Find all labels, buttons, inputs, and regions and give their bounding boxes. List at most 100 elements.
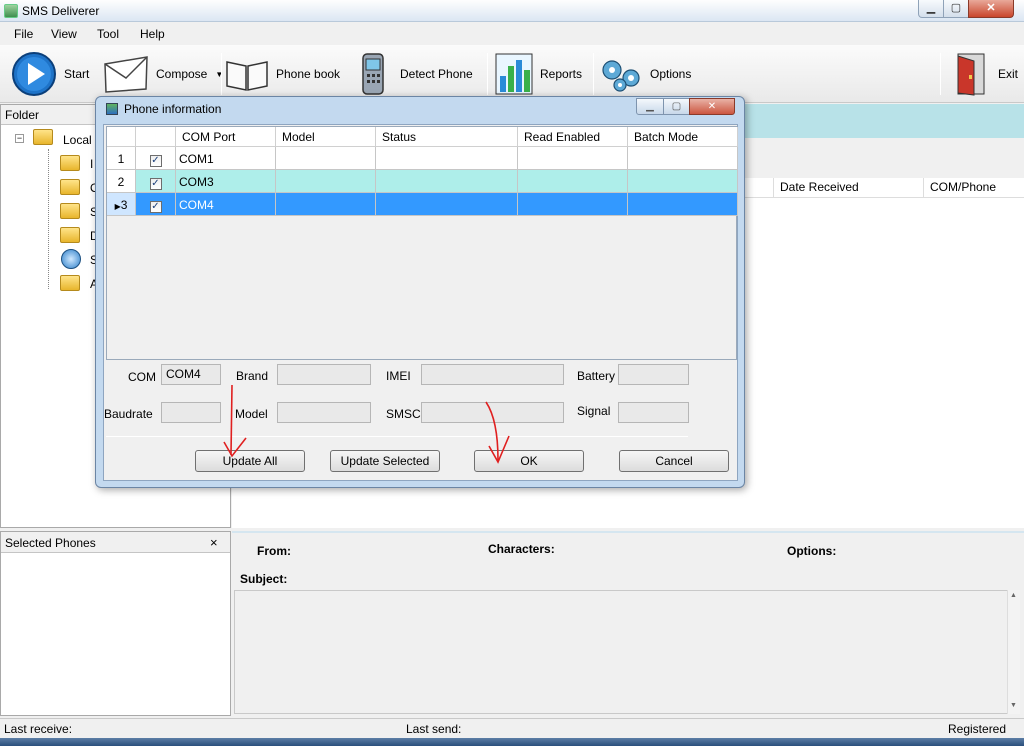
folder-icon [60, 203, 80, 219]
menu-file[interactable]: File [14, 27, 33, 41]
vertical-scrollbar[interactable]: ▲ ▼ [1007, 590, 1020, 714]
book-icon [226, 61, 268, 91]
phonebook-button[interactable]: Phone book [224, 45, 340, 103]
battery-field [618, 364, 689, 385]
brand-field [277, 364, 371, 385]
column-date-received[interactable]: Date Received [773, 178, 923, 198]
from-label: From: [257, 544, 291, 558]
cell-read-enabled [518, 147, 628, 170]
cell-batch-mode [628, 193, 738, 216]
selected-phones-pane: Selected Phones × [0, 531, 231, 716]
cell-model [276, 147, 376, 170]
cancel-button[interactable]: Cancel [619, 450, 729, 472]
compose-button[interactable]: Compose ▼ [102, 45, 223, 103]
cell-com-port: COM1 [176, 147, 276, 170]
toolbar-separator [221, 53, 222, 95]
collapse-icon[interactable]: − [15, 134, 24, 143]
exit-button[interactable]: Exit [948, 45, 1018, 103]
folder-icon [60, 179, 80, 195]
ok-button[interactable]: OK [474, 450, 584, 472]
signal-field [618, 402, 689, 423]
status-bar: Last receive: Last send: Registered [0, 718, 1024, 738]
brand-label: Brand [236, 369, 269, 383]
column-com-phone[interactable]: COM/Phone [923, 178, 1024, 198]
dialog-maximize-button[interactable]: ▢ [663, 98, 690, 115]
message-body[interactable] [234, 590, 1020, 714]
cell-status [376, 193, 518, 216]
close-button[interactable]: ✕ [968, 0, 1014, 18]
cell-status [376, 147, 518, 170]
column-batch-mode[interactable]: Batch Mode [628, 127, 738, 147]
table-row[interactable]: 2 ✓ COM3 [107, 170, 738, 193]
row-number: 1 [107, 147, 136, 170]
dialog-minimize-button[interactable]: ▁ [636, 98, 664, 115]
menu-tool[interactable]: Tool [97, 27, 119, 41]
exit-door-icon [957, 53, 985, 96]
compose-label: Compose [156, 67, 208, 81]
selected-phones-title: Selected Phones [5, 536, 96, 550]
smsc-label: SMSC [386, 407, 421, 421]
options-label: Options: [787, 544, 837, 558]
dialog-client: COM Port Model Status Read Enabled Batch… [103, 124, 738, 481]
row-header-corner [107, 127, 136, 147]
reports-button[interactable]: Reports [494, 45, 582, 103]
title-bar: SMS Deliverer ▁ ▢ ✕ [0, 0, 1024, 22]
cell-model [276, 193, 376, 216]
toolbar-separator [487, 53, 488, 95]
registered-status: Registered [948, 722, 1007, 736]
options-button[interactable]: Options [598, 45, 691, 103]
toolbar-separator [593, 53, 594, 95]
characters-label: Characters: [488, 542, 555, 556]
start-button[interactable]: Start [10, 45, 89, 103]
signal-label: Signal [577, 404, 611, 418]
tree-node-local[interactable]: Local [63, 133, 92, 147]
toolbar-separator [940, 53, 941, 95]
update-selected-button[interactable]: Update Selected [330, 450, 440, 472]
cell-batch-mode [628, 170, 738, 193]
phonebook-label: Phone book [276, 67, 341, 81]
maximize-button[interactable]: ▢ [943, 0, 969, 18]
column-model[interactable]: Model [276, 127, 376, 147]
phone-icon [362, 53, 384, 95]
detect-phone-button[interactable]: Detect Phone [357, 45, 473, 103]
chevron-down-icon[interactable]: ▼ [215, 70, 223, 79]
row-checkbox[interactable]: ✓ [149, 201, 162, 213]
toolbar: Start Compose ▼ Phone book Detect Phone … [0, 45, 1024, 103]
folder-icon [60, 227, 80, 243]
phone-information-dialog: Phone information ▁ ▢ ✕ COM Port Model S… [95, 96, 745, 488]
options-label: Options [650, 67, 692, 81]
com-label: COM [128, 370, 156, 384]
menu-help[interactable]: Help [140, 27, 165, 41]
row-checkbox[interactable]: ✓ [149, 155, 162, 167]
tree-node[interactable]: I [90, 157, 93, 171]
column-status[interactable]: Status [376, 127, 518, 147]
cell-model [276, 170, 376, 193]
dialog-close-button[interactable]: ✕ [689, 98, 735, 115]
last-send-label: Last send: [406, 722, 462, 736]
last-receive-label: Last receive: [4, 722, 73, 736]
table-row[interactable]: 1 ✓ COM1 [107, 147, 738, 170]
gear-icon [602, 60, 640, 92]
close-icon[interactable]: × [210, 535, 218, 550]
battery-label: Battery [577, 369, 616, 383]
table-row-selected[interactable]: ▶3 ✓ COM4 [107, 193, 738, 216]
menu-view[interactable]: View [51, 27, 77, 41]
app-icon [4, 4, 18, 18]
bar-chart-icon [495, 53, 533, 95]
column-read-enabled[interactable]: Read Enabled [518, 127, 628, 147]
menu-bar: File View Tool Help [0, 23, 1024, 45]
row-number: 2 [107, 170, 136, 193]
taskbar [0, 738, 1024, 746]
folder-icon [33, 129, 53, 145]
divider [106, 436, 688, 437]
update-all-button[interactable]: Update All [195, 450, 305, 472]
baudrate-label: Baudrate [104, 407, 153, 421]
row-checkbox[interactable]: ✓ [149, 178, 162, 190]
scroll-up-icon[interactable]: ▲ [1010, 592, 1017, 599]
column-com-port[interactable]: COM Port [176, 127, 276, 147]
dialog-title: Phone information [124, 102, 222, 116]
exit-label: Exit [998, 67, 1019, 81]
scroll-down-icon[interactable]: ▼ [1010, 702, 1017, 709]
minimize-button[interactable]: ▁ [918, 0, 944, 18]
imei-field [421, 364, 564, 385]
